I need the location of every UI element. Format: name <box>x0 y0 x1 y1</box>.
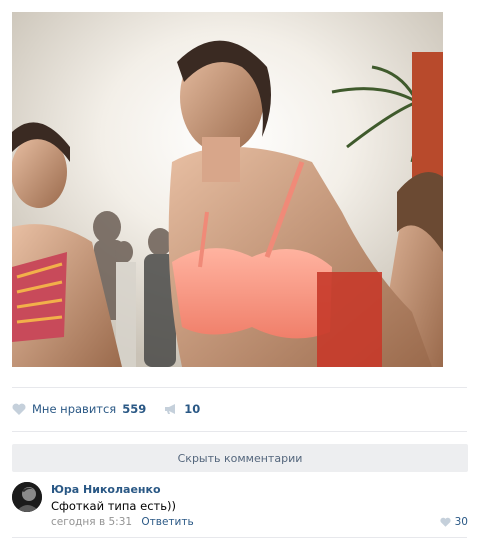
comment-author[interactable]: Юра Николаенко <box>51 483 161 496</box>
like-button[interactable]: Мне нравится 559 <box>12 402 146 416</box>
comment-item: Юра Николаенко Сфоткай типа есть)) сегод… <box>12 482 468 532</box>
share-count: 10 <box>184 402 201 416</box>
comment-like-button[interactable]: 30 <box>440 516 468 528</box>
heart-icon <box>440 517 451 527</box>
comment-text: Сфоткай типа есть)) <box>51 499 176 513</box>
hide-comments-label: Скрыть комментарии <box>177 451 303 465</box>
like-count: 559 <box>122 402 147 416</box>
comment-time[interactable]: сегодня в 5:31 <box>51 516 132 528</box>
reply-button[interactable]: Ответить <box>141 516 193 528</box>
hide-comments-button[interactable]: Скрыть комментарии <box>12 444 468 472</box>
avatar[interactable] <box>12 482 42 512</box>
share-button[interactable]: 10 <box>164 402 200 416</box>
heart-icon <box>12 403 26 415</box>
megaphone-icon <box>165 404 176 414</box>
post-photo[interactable] <box>12 12 443 367</box>
comment-meta: сегодня в 5:31 Ответить <box>51 516 194 528</box>
post-actions: Мне нравится 559 10 <box>12 398 200 420</box>
actions-divider <box>12 431 467 432</box>
comment-divider <box>12 537 467 538</box>
comment-like-count: 30 <box>454 516 468 528</box>
like-label: Мне нравится <box>32 402 117 416</box>
post-divider <box>12 387 467 388</box>
